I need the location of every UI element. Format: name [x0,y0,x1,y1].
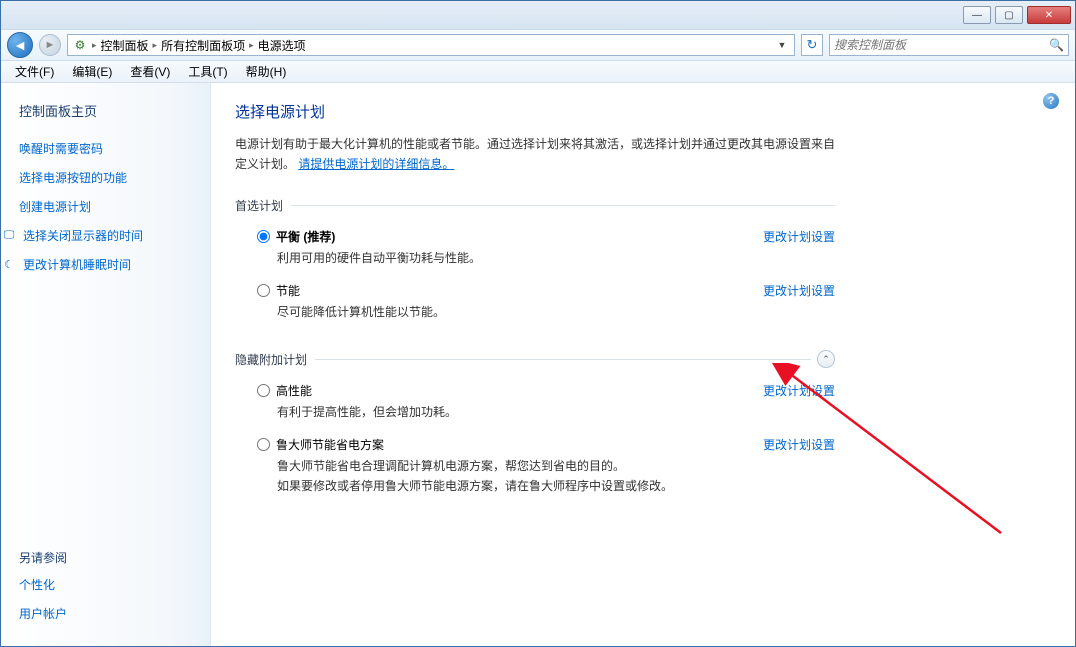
plan-row-saver: 节能 尽可能降低计算机性能以节能。 更改计划设置 [235,278,835,332]
change-plan-settings-link[interactable]: 更改计划设置 [763,228,835,245]
breadcrumb-item[interactable]: 电源选项 [258,37,306,54]
section-title: 首选计划 [235,197,283,214]
plan-radio-saver[interactable] [257,284,270,297]
plan-radio-high-performance[interactable] [257,384,270,397]
plan-desc: 有利于提高性能，但会增加功耗。 [277,403,697,422]
search-input[interactable] [834,38,1049,52]
help-button[interactable]: ? [1043,93,1059,109]
sidebar-link-sleep-time[interactable]: ☾更改计算机睡眠时间 [1,256,198,273]
sidebar-link-create-plan[interactable]: 创建电源计划 [19,198,198,215]
address-bar: ◄ ► ⚙ ▸ 控制面板▸ 所有控制面板项▸ 电源选项 ▼ ↻ 🔍 [1,29,1075,61]
moon-icon: ☾ [1,257,17,273]
search-box[interactable]: 🔍 [829,34,1069,56]
see-also-heading: 另请参阅 [19,549,198,566]
plan-name[interactable]: 节能 [276,282,300,299]
plan-row-ludashi: 鲁大师节能省电方案 鲁大师节能省电合理调配计算机电源方案，帮您达到省电的目的。 … [235,432,835,505]
nav-back-button[interactable]: ◄ [7,32,33,58]
maximize-button[interactable]: ▢ [995,6,1023,24]
nav-forward-button[interactable]: ► [39,34,61,56]
crumb-chevron[interactable]: ▸ [92,40,97,51]
plan-desc: 利用可用的硬件自动平衡功耗与性能。 [277,249,697,268]
breadcrumb-bar[interactable]: ⚙ ▸ 控制面板▸ 所有控制面板项▸ 电源选项 ▼ [67,34,795,56]
plan-name[interactable]: 平衡 (推荐) [276,228,335,245]
plan-desc: 尽可能降低计算机性能以节能。 [277,303,697,322]
search-icon[interactable]: 🔍 [1049,38,1064,52]
menu-edit[interactable]: 编辑(E) [64,61,120,82]
section-preferred-plans: 首选计划 平衡 (推荐) 利用可用的硬件自动平衡功耗与性能。 更改计划设置 [235,197,835,332]
sidebar: 控制面板主页 唤醒时需要密码 选择电源按钮的功能 创建电源计划 🖵选择关闭显示器… [1,83,211,646]
menu-file[interactable]: 文件(F) [7,61,62,82]
menu-help[interactable]: 帮助(H) [238,61,295,82]
plan-row-balanced: 平衡 (推荐) 利用可用的硬件自动平衡功耗与性能。 更改计划设置 [235,224,835,278]
change-plan-settings-link[interactable]: 更改计划设置 [763,282,835,299]
divider [315,359,811,360]
sidebar-link-display-off[interactable]: 🖵选择关闭显示器的时间 [1,227,198,244]
body-area: 控制面板主页 唤醒时需要密码 选择电源按钮的功能 创建电源计划 🖵选择关闭显示器… [1,83,1075,646]
section-title: 隐藏附加计划 [235,351,307,368]
change-plan-settings-link[interactable]: 更改计划设置 [763,436,835,453]
breadcrumb-item[interactable]: 所有控制面板项▸ [161,37,254,54]
collapse-toggle-button[interactable]: ⌃ [817,350,835,368]
titlebar: — ▢ ✕ [1,1,1075,29]
address-dropdown-button[interactable]: ▼ [774,40,790,50]
close-button[interactable]: ✕ [1027,6,1071,24]
plan-name[interactable]: 高性能 [276,382,312,399]
plan-row-high-performance: 高性能 有利于提高性能，但会增加功耗。 更改计划设置 [235,378,835,432]
plan-desc: 鲁大师节能省电合理调配计算机电源方案，帮您达到省电的目的。 如果要修改或者停用鲁… [277,457,697,495]
monitor-icon: 🖵 [1,228,17,244]
divider [291,205,835,206]
breadcrumb-item[interactable]: 控制面板▸ [101,37,158,54]
sidebar-link-wake-password[interactable]: 唤醒时需要密码 [19,140,198,157]
menu-bar: 文件(F) 编辑(E) 查看(V) 工具(T) 帮助(H) [1,61,1075,83]
menu-view[interactable]: 查看(V) [122,61,178,82]
refresh-button[interactable]: ↻ [801,34,823,56]
change-plan-settings-link[interactable]: 更改计划设置 [763,382,835,399]
section-additional-plans: 隐藏附加计划 ⌃ 高性能 有利于提高性能，但会增加功耗。 更改计划设置 [235,350,835,506]
plan-details-link[interactable]: 请提供电源计划的详细信息。 [298,157,454,171]
menu-tools[interactable]: 工具(T) [180,61,235,82]
arrow-right-icon: ► [45,39,56,51]
see-also-user-accounts[interactable]: 用户帐户 [19,605,198,622]
arrow-left-icon: ◄ [13,37,27,53]
main-content: ? 选择电源计划 电源计划有助于最大化计算机的性能或者节能。通过选择计划来将其激… [211,83,1075,646]
plan-radio-ludashi[interactable] [257,438,270,451]
see-also-personalization[interactable]: 个性化 [19,576,198,593]
page-title: 选择电源计划 [235,101,1053,122]
plan-name[interactable]: 鲁大师节能省电方案 [276,436,384,453]
refresh-icon: ↻ [807,37,818,53]
page-description: 电源计划有助于最大化计算机的性能或者节能。通过选择计划来将其激活，或选择计划并通… [235,134,835,175]
window-frame: — ▢ ✕ ◄ ► ⚙ ▸ 控制面板▸ 所有控制面板项▸ 电源选项 ▼ ↻ 🔍 … [0,0,1076,647]
sidebar-link-power-button[interactable]: 选择电源按钮的功能 [19,169,198,186]
minimize-button[interactable]: — [963,6,991,24]
plan-radio-balanced[interactable] [257,230,270,243]
control-panel-icon: ⚙ [72,37,88,53]
chevron-up-icon: ⌃ [822,354,830,365]
sidebar-home-link[interactable]: 控制面板主页 [19,101,198,120]
